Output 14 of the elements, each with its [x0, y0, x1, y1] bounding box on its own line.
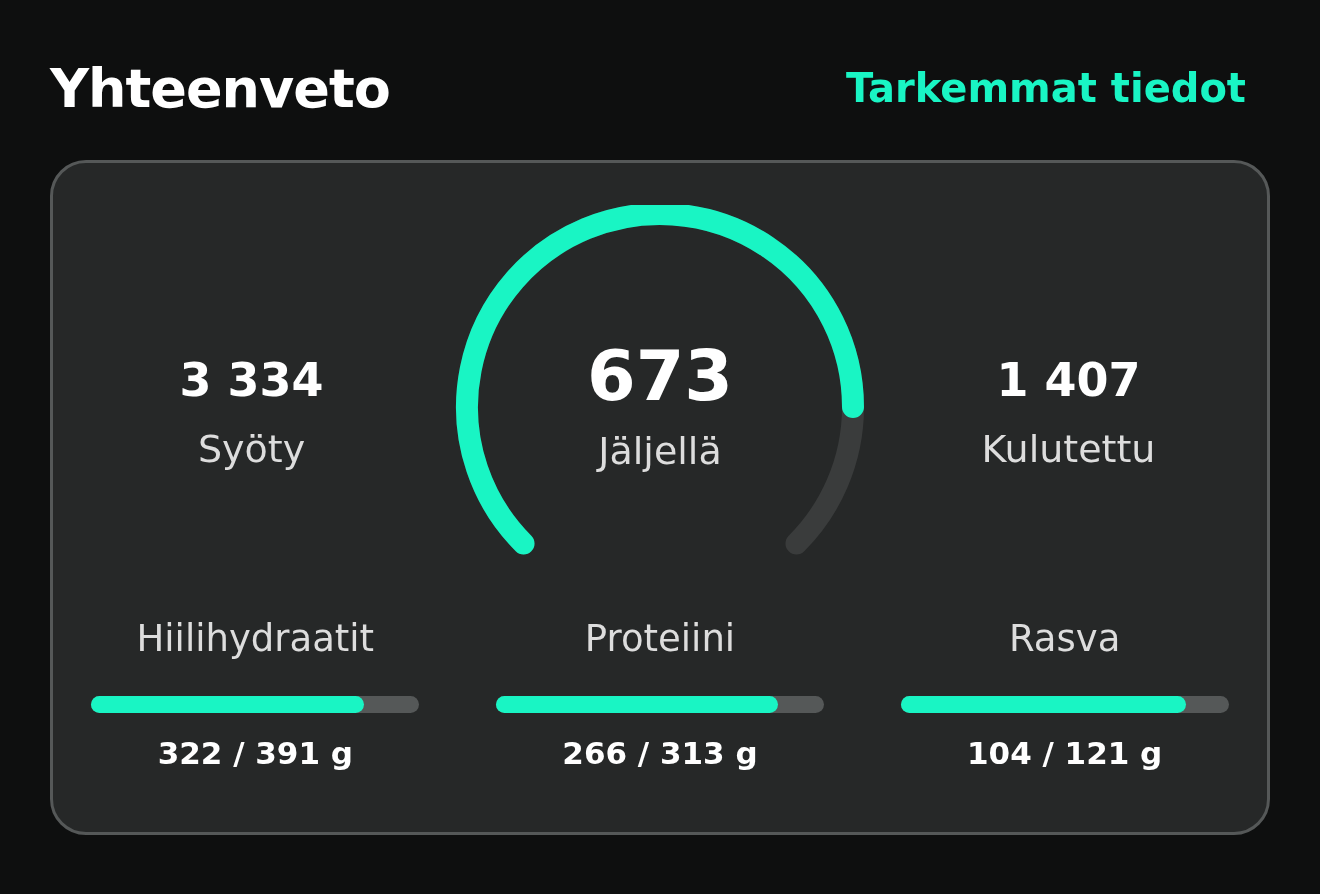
macro-amount: 322 / 391 g — [157, 735, 353, 771]
page-title: Yhteenveto — [50, 56, 390, 120]
stat-value: 3 334 — [179, 353, 324, 407]
stat-value: 1 407 — [996, 353, 1141, 407]
details-link[interactable]: Tarkemmat tiedot — [845, 65, 1246, 111]
macro-label: Rasva — [1008, 617, 1121, 660]
macro-label: Proteiini — [584, 617, 736, 660]
macro-label: Hiilihydraatit — [136, 617, 375, 660]
macro-amount: 104 / 121 g — [967, 735, 1163, 771]
stat-label: Kulutettu — [981, 427, 1156, 471]
stat-label: Jäljellä — [598, 429, 722, 473]
stat-label: Syöty — [197, 427, 306, 471]
remaining-value: 673 — [586, 335, 734, 417]
macro-amount: 266 / 313 g — [562, 735, 758, 771]
